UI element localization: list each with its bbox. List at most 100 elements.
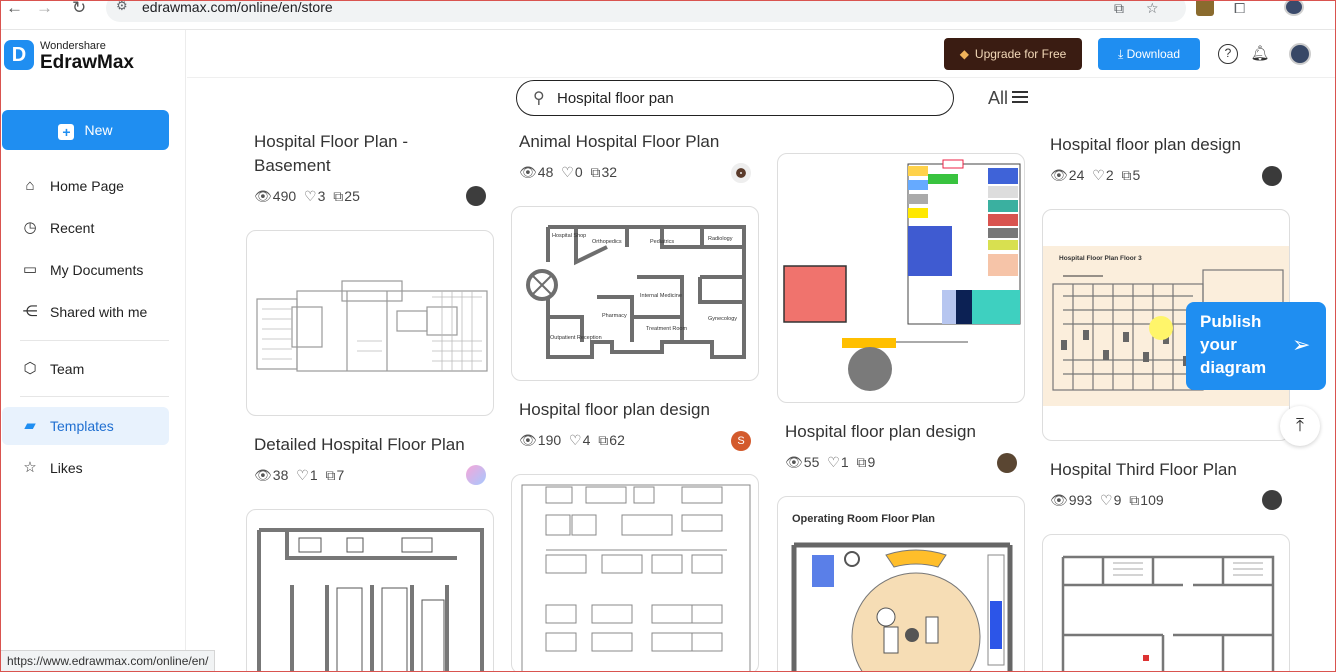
sidebar-item-shared[interactable]: ⋲ Shared with me (2, 293, 169, 331)
author-avatar[interactable] (1262, 490, 1282, 510)
template-stats: 👁︎190 ♡4 ⧉62 (519, 432, 625, 448)
eye-icon: 👁︎ (785, 454, 803, 470)
publish-diagram-button[interactable]: Publish your diagram ➢ (1186, 302, 1326, 390)
sidebar: D Wondershare EdrawMax + New ⌂ Home Page … (0, 30, 186, 672)
eye-icon: 👁︎ (1050, 492, 1068, 508)
extension-icon[interactable] (1196, 0, 1214, 16)
template-stats: 👁︎993 ♡9 ⧉109 (1050, 492, 1164, 508)
sidebar-item-label: My Documents (50, 262, 144, 278)
template-stats: 👁︎55 ♡1 ⧉9 (785, 454, 876, 470)
room-label: Internal Medicine (640, 293, 682, 299)
author-avatar[interactable] (466, 465, 486, 485)
template-title[interactable]: Animal Hospital Floor Plan (519, 130, 719, 154)
author-avatar[interactable] (1262, 166, 1282, 186)
copy-icon: ⧉ (1121, 167, 1132, 183)
template-card-design-colored[interactable] (777, 153, 1025, 403)
floor-plan-thumbnail (256, 280, 488, 372)
brand-sub: Wondershare (40, 40, 106, 52)
diamond-icon: ◆ (959, 47, 969, 61)
sidebar-item-recent[interactable]: ◷ Recent (2, 209, 169, 247)
reload-icon[interactable]: ↻ (72, 0, 86, 16)
template-title[interactable]: Hospital floor plan design (519, 398, 710, 422)
template-card-operating[interactable]: Operating Room Floor Plan (777, 496, 1025, 672)
new-button-label: New (84, 122, 113, 138)
author-avatar[interactable] (731, 163, 751, 183)
filter-label: All (988, 88, 1009, 108)
template-title[interactable]: Hospital floor plan design (1050, 133, 1241, 157)
upgrade-label: Upgrade for Free (974, 47, 1067, 61)
new-button[interactable]: + New (2, 110, 169, 150)
filter-all-menu[interactable]: All (988, 88, 1029, 109)
floor-plan-thumbnail (521, 484, 751, 672)
back-arrow-icon[interactable]: ← (6, 0, 23, 16)
site-info-icon[interactable]: ⚙ (116, 0, 128, 14)
status-bar-url: https://www.edrawmax.com/online/en/ (0, 650, 216, 672)
browser-profile-avatar[interactable] (1284, 0, 1304, 16)
room-label: Hospital Shop (552, 233, 586, 239)
template-card-third-floor[interactable] (1042, 534, 1290, 672)
author-avatar[interactable] (466, 186, 486, 206)
template-card-basement[interactable] (246, 230, 494, 416)
bell-icon[interactable]: 🔔︎ (1250, 44, 1270, 64)
user-avatar[interactable] (1289, 43, 1311, 65)
address-bar-url: edrawmax.com/online/en/store (142, 0, 333, 15)
template-card-design-2[interactable] (511, 474, 759, 672)
sidebar-item-templates[interactable]: ▰ Templates (2, 407, 169, 445)
edrawmax-logo-icon[interactable]: D (4, 40, 34, 70)
folder-icon: ▭ (22, 261, 38, 278)
template-title[interactable]: Detailed Hospital Floor Plan (254, 433, 465, 457)
template-title[interactable]: Hospital Third Floor Plan (1050, 458, 1237, 482)
sidebar-item-likes[interactable]: ☆ Likes (2, 449, 169, 487)
share-icon: ⋲ (22, 303, 38, 320)
address-bar[interactable]: ⚙ edrawmax.com/online/en/store (106, 0, 1186, 22)
thumbnail-title: Operating Room Floor Plan (792, 513, 936, 525)
puzzle-icon[interactable]: ⧠ (1234, 0, 1245, 17)
room-label: Pediatrics (650, 239, 674, 245)
copy-icon: ⧉ (856, 454, 867, 470)
sidebar-item-my-documents[interactable]: ▭ My Documents (2, 251, 169, 289)
room-label: Radiology (708, 236, 733, 242)
room-label: Treatment Room (646, 326, 687, 332)
sidebar-item-label: Templates (50, 418, 114, 434)
floor-plan-thumbnail (783, 159, 1021, 391)
copy-icon: ⧉ (333, 188, 344, 204)
eye-icon: 👁︎ (254, 467, 272, 483)
template-title[interactable]: Hospital floor plan design (785, 420, 976, 444)
sidebar-item-label: Shared with me (50, 304, 148, 320)
template-card-animal[interactable]: Hospital Shop Orthopedics Pediatrics Rad… (511, 206, 759, 381)
floor-plan-thumbnail (1061, 555, 1275, 672)
template-stats: 👁︎24 ♡2 ⧉5 (1050, 167, 1141, 183)
sidebar-item-label: Likes (50, 460, 83, 476)
author-avatar[interactable]: S (731, 431, 751, 451)
search-input[interactable] (557, 88, 937, 108)
help-icon[interactable]: ? (1218, 44, 1238, 64)
template-stats: 👁︎490 ♡3 ⧉25 (254, 188, 360, 204)
room-label: Gynecology (708, 316, 737, 322)
sidebar-item-home[interactable]: ⌂ Home Page (2, 167, 169, 205)
search-box[interactable]: ⚲ (516, 80, 954, 116)
forward-arrow-icon[interactable]: → (36, 0, 53, 16)
upgrade-button[interactable]: ◆ Upgrade for Free (944, 38, 1082, 70)
author-avatar[interactable] (997, 453, 1017, 473)
heart-icon: ♡ (1100, 492, 1113, 508)
bookmark-star-icon[interactable]: ☆ (1146, 0, 1159, 17)
template-card-detailed[interactable] (246, 509, 494, 672)
back-to-top-icon[interactable]: ⤒ (1280, 406, 1320, 446)
download-button[interactable]: ⤓ Download (1098, 38, 1200, 70)
thumbnail-title: Hospital Floor Plan Floor 3 (1059, 255, 1142, 262)
eye-icon: 👁︎ (254, 188, 272, 204)
copy-icon: ⧉ (1129, 492, 1140, 508)
floor-plan-thumbnail: Hospital Shop Orthopedics Pediatrics Rad… (526, 225, 746, 359)
sidebar-item-team[interactable]: ⬡ Team (2, 350, 169, 388)
download-icon: ⤓ (1117, 47, 1124, 61)
room-label: Pharmacy (602, 313, 627, 319)
heart-icon: ♡ (827, 454, 840, 470)
menu-icon (1012, 88, 1029, 106)
eye-icon: 👁︎ (1050, 167, 1068, 183)
room-label: Orthopedics (592, 239, 622, 245)
heart-icon: ♡ (296, 467, 309, 483)
translate-icon[interactable]: ⧉ (1114, 0, 1124, 17)
clock-icon: ◷ (23, 219, 37, 236)
eye-icon: 👁︎ (519, 164, 537, 180)
template-title[interactable]: Hospital Floor Plan - Basement (254, 130, 408, 178)
